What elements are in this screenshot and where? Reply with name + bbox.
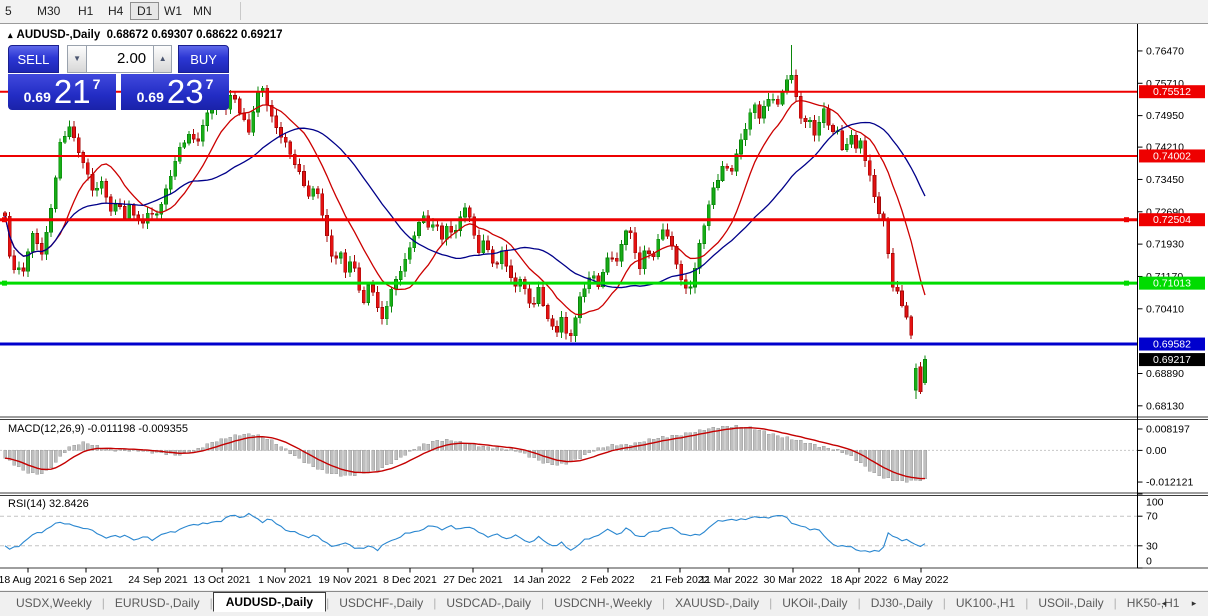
timeframe-button-mn[interactable]: MN <box>190 3 215 19</box>
chart-tab-hk50-h1[interactable]: HK50-,H1 <box>1117 594 1190 612</box>
tab-scroll-left-button[interactable]: ◂ <box>1156 596 1172 611</box>
svg-text:19 Nov 2021: 19 Nov 2021 <box>318 574 378 586</box>
chart-ohlc-values: 0.68672 0.69307 0.68622 0.69217 <box>107 29 283 41</box>
svg-text:14 Jan 2022: 14 Jan 2022 <box>513 574 571 586</box>
chart-tab-ukoil-daily[interactable]: UKOil-,Daily <box>772 594 857 612</box>
svg-text:0.76470: 0.76470 <box>1146 45 1184 57</box>
svg-text:8 Dec 2021: 8 Dec 2021 <box>383 574 437 586</box>
buy-price-display[interactable]: 0.69 23 7 <box>121 74 229 110</box>
svg-text:0.72504: 0.72504 <box>1153 214 1191 226</box>
volume-field[interactable]: 2.00 <box>87 45 153 73</box>
svg-text:0.008197: 0.008197 <box>1146 423 1190 435</box>
chart-tab-usoil-daily[interactable]: USOil-,Daily <box>1028 594 1113 612</box>
chart-tab-bar: USDX,Weekly|EURUSD-,Daily|AUDUSD-,Daily|… <box>0 591 1208 616</box>
timeframe-button-h1[interactable]: H1 <box>75 3 96 19</box>
toolbar-separator <box>240 2 241 20</box>
timeframe-toolbar: 5 M30 H1 H4D1W1 MN <box>0 0 1208 24</box>
svg-text:0.73450: 0.73450 <box>1146 174 1184 186</box>
svg-text:0: 0 <box>1146 556 1152 568</box>
svg-text:6 May 2022: 6 May 2022 <box>894 574 949 586</box>
sell-button[interactable]: SELL <box>8 45 59 73</box>
svg-text:0.69217: 0.69217 <box>1153 354 1191 366</box>
svg-text:0.74950: 0.74950 <box>1146 110 1184 122</box>
buy-price-big: 23 <box>167 74 204 110</box>
buy-button[interactable]: BUY <box>178 45 229 73</box>
buy-price-small: 0.69 <box>137 89 164 105</box>
collapse-icon[interactable]: ▴ <box>8 30 13 40</box>
sell-price-big: 21 <box>54 74 91 110</box>
svg-text:0.68130: 0.68130 <box>1146 400 1184 412</box>
svg-text:18 Aug 2021: 18 Aug 2021 <box>0 574 58 586</box>
svg-text:100: 100 <box>1146 497 1164 509</box>
chart-tab-uk100-h1[interactable]: UK100-,H1 <box>946 594 1025 612</box>
one-click-trading-widget: SELL ▼ 2.00 ▲ BUY 0.69 21 7 0.69 23 7 <box>8 45 229 110</box>
svg-text:0.71930: 0.71930 <box>1146 239 1184 251</box>
svg-text:-0.012121: -0.012121 <box>1146 477 1193 489</box>
svg-text:0.74002: 0.74002 <box>1153 150 1191 162</box>
svg-text:0.71013: 0.71013 <box>1153 278 1191 290</box>
buy-price-sup: 7 <box>206 76 214 92</box>
chart-tab-xauusd-daily[interactable]: XAUUSD-,Daily <box>665 594 769 612</box>
svg-text:30: 30 <box>1146 540 1158 552</box>
svg-text:24 Sep 2021: 24 Sep 2021 <box>128 574 188 586</box>
tab-scroll-right-button[interactable]: ▸ <box>1186 596 1202 611</box>
timeframe-button-w1[interactable]: W1 <box>161 3 185 19</box>
svg-text:2 Feb 2022: 2 Feb 2022 <box>581 574 634 586</box>
macd-label: MACD(12,26,9) -0.011198 -0.009355 <box>8 423 188 435</box>
svg-text:6 Sep 2021: 6 Sep 2021 <box>59 574 113 586</box>
chart-tab-usdcnh-weekly[interactable]: USDCNH-,Weekly <box>544 594 662 612</box>
svg-text:0.00: 0.00 <box>1146 445 1167 457</box>
chart-tab-usdchf-daily[interactable]: USDCHF-,Daily <box>329 594 433 612</box>
timeframe-button-5[interactable]: 5 <box>2 3 15 19</box>
chart-symbol-title: AUDUSD-,Daily <box>17 29 101 41</box>
svg-text:11 Mar 2022: 11 Mar 2022 <box>700 574 758 586</box>
sell-price-display[interactable]: 0.69 21 7 <box>8 74 116 110</box>
rsi-label: RSI(14) 32.8426 <box>8 498 89 510</box>
svg-text:18 Apr 2022: 18 Apr 2022 <box>831 574 888 586</box>
svg-text:27 Dec 2021: 27 Dec 2021 <box>443 574 503 586</box>
svg-text:0.68890: 0.68890 <box>1146 368 1184 380</box>
mt4-window: 5M30H1H4D1W1MN 0.764700.757100.749500.74… <box>0 0 1208 615</box>
chart-tab-dj30-daily[interactable]: DJ30-,Daily <box>861 594 943 612</box>
svg-text:70: 70 <box>1146 511 1158 523</box>
sell-price-sup: 7 <box>93 76 101 92</box>
sell-price-small: 0.69 <box>24 89 51 105</box>
timeframe-button-m30[interactable]: M30 <box>34 3 63 19</box>
chart-title: ▴ AUDUSD-,Daily 0.68672 0.69307 0.68622 0… <box>8 29 283 41</box>
svg-text:0.70410: 0.70410 <box>1146 303 1184 315</box>
svg-text:0.69582: 0.69582 <box>1153 339 1191 351</box>
chart-tab-eurusd-daily[interactable]: EURUSD-,Daily <box>105 594 210 612</box>
chart-tab-audusd-daily[interactable]: AUDUSD-,Daily <box>213 592 326 612</box>
timeframe-button-h4[interactable]: H4 <box>105 3 126 19</box>
chart-tab-usdx-weekly[interactable]: USDX,Weekly <box>6 594 102 612</box>
timeframe-button-d1[interactable]: D1 <box>130 2 159 20</box>
svg-text:13 Oct 2021: 13 Oct 2021 <box>193 574 250 586</box>
chart-tab-usdcad-daily[interactable]: USDCAD-,Daily <box>436 594 541 612</box>
svg-text:1 Nov 2021: 1 Nov 2021 <box>258 574 312 586</box>
volume-increase-button[interactable]: ▲ <box>153 45 172 73</box>
svg-text:0.75512: 0.75512 <box>1153 86 1191 98</box>
volume-decrease-button[interactable]: ▼ <box>67 45 86 73</box>
svg-text:30 Mar 2022: 30 Mar 2022 <box>764 574 823 586</box>
